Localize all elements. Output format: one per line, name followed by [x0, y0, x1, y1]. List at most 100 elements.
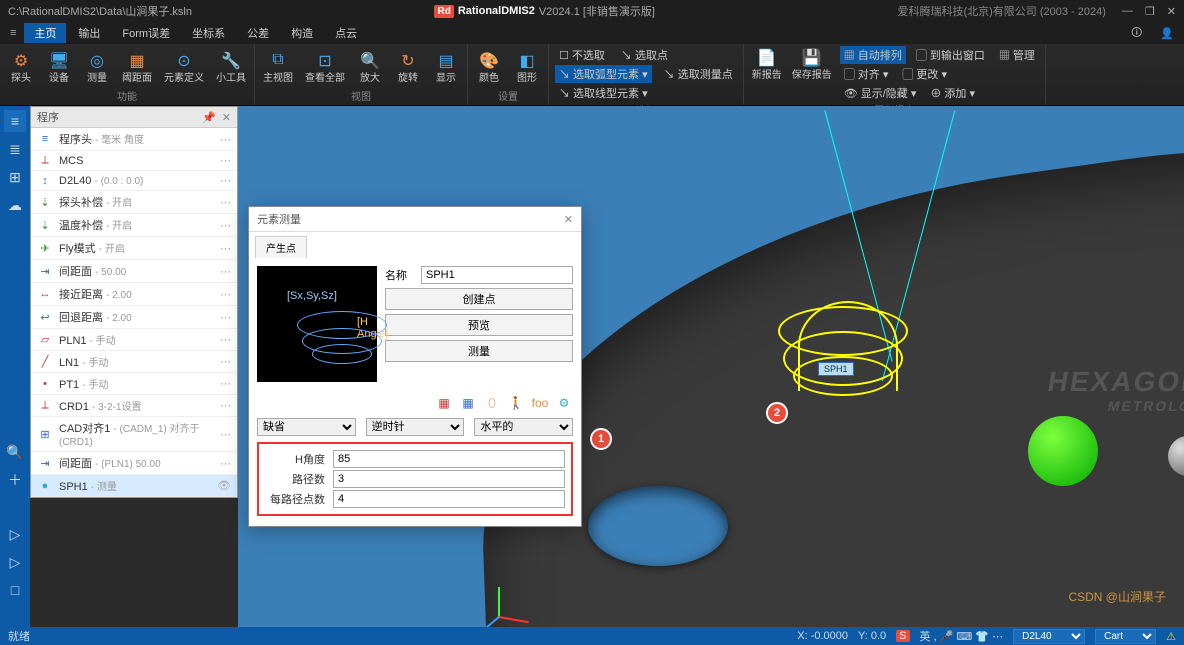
program-item[interactable]: ✈Fly模式 - 开启⋯ [31, 237, 237, 260]
item-menu-icon[interactable]: ⋯ [220, 154, 231, 167]
rb-tools[interactable]: 🔧小工具 [214, 49, 248, 86]
f-ppp-input[interactable] [333, 490, 565, 508]
item-menu-icon[interactable]: ⋯ [220, 428, 231, 441]
rb-elemdef[interactable]: ⊙元素定义 [162, 49, 206, 86]
item-menu-icon[interactable]: ⋯ [220, 219, 231, 232]
program-item[interactable]: ⟂MCS ⋯ [31, 151, 237, 171]
rb-probe[interactable]: ⚙探头 [6, 49, 36, 86]
sb-add-icon[interactable]: ＋ [4, 469, 26, 491]
name-input[interactable] [421, 266, 573, 284]
program-item[interactable]: ⟂CRD1 - 3-2-1设置⋯ [31, 395, 237, 417]
item-menu-icon[interactable]: ⋯ [220, 174, 231, 187]
measure-button[interactable]: 测量 [385, 340, 573, 362]
program-item[interactable]: ⇥间距面 - (PLN1) 50.00⋯ [31, 452, 237, 475]
rb-selmpt[interactable]: ↘ 选取测量点 [660, 65, 737, 83]
ib-6-icon[interactable]: ⚙ [555, 394, 573, 412]
status-cs-select[interactable]: Cart [1095, 629, 1156, 644]
item-menu-icon[interactable]: ⋯ [220, 265, 231, 278]
program-item[interactable]: ⇣温度补偿 - 开启⋯ [31, 214, 237, 237]
minimize-icon[interactable]: — [1122, 5, 1133, 18]
rb-selpt[interactable]: ↘ 选取点 [617, 46, 672, 64]
user-icon[interactable]: 👤 [1154, 27, 1180, 40]
rb-tooutput[interactable]: ▢ 到输出窗口 [912, 46, 989, 64]
select-default[interactable]: 缺省 [257, 418, 356, 436]
item-menu-icon[interactable]: ⋯ [220, 355, 231, 368]
program-item[interactable]: ●SPH1 - 测量👁 [31, 475, 237, 497]
sb-lines-icon[interactable]: ≣ [4, 138, 26, 160]
pin-icon[interactable]: 📌 [202, 111, 216, 124]
rb-showhide[interactable]: 👁 显示/隐藏 ▾ [840, 84, 921, 102]
status-probe-select[interactable]: D2L40 [1013, 629, 1085, 644]
item-menu-icon[interactable]: ⋯ [220, 333, 231, 346]
ib-1-icon[interactable]: ▦ [435, 394, 453, 412]
rb-device[interactable]: 🖥设备 [44, 49, 74, 86]
sb-cloud-icon[interactable]: ☁ [4, 194, 26, 216]
program-item[interactable]: ↔接近距离 - 2.00⋯ [31, 283, 237, 306]
rb-rotate[interactable]: ↻旋转 [393, 49, 423, 86]
select-horiz[interactable]: 水平的 [474, 418, 573, 436]
preview-button[interactable]: 预览 [385, 314, 573, 336]
program-item[interactable]: ⊞CAD对齐1 - (CADM_1) 对齐于 (CRD1)⋯ [31, 417, 237, 452]
program-item[interactable]: ↩回退距离 - 2.00⋯ [31, 306, 237, 329]
rb-viewall[interactable]: ⊡查看全部 [303, 49, 347, 86]
program-item[interactable]: ⇣探头补偿 - 开启⋯ [31, 191, 237, 214]
program-item[interactable]: ≡程序头 - 毫米 角度⋯ [31, 128, 237, 151]
rb-selline[interactable]: ↘ 选取线型元素 ▾ [555, 84, 652, 102]
f-paths-input[interactable] [333, 470, 565, 488]
sb-grid-icon[interactable]: ⊞ [4, 166, 26, 188]
menu-form[interactable]: Form误差 [112, 23, 180, 43]
item-menu-icon[interactable]: 👁 [217, 479, 231, 492]
menu-pc[interactable]: 点云 [325, 23, 367, 43]
rb-mainview[interactable]: ⧉主视图 [261, 49, 295, 86]
rb-add[interactable]: ⊕ 添加 ▾ [926, 84, 979, 102]
rb-display[interactable]: ▤显示 [431, 49, 461, 86]
rb-zoom[interactable]: 🔍放大 [355, 49, 385, 86]
item-menu-icon[interactable]: ⋯ [220, 457, 231, 470]
ime-status[interactable]: 英 , 🎤 ⌨ 👕 ⋯ [920, 628, 1004, 644]
rb-saverpt[interactable]: 💾保存报告 [790, 46, 834, 102]
rb-autoarr[interactable]: ▦ 自动排列 [840, 46, 906, 64]
sb-list-icon[interactable]: ≡ [4, 110, 26, 132]
rb-clearplane[interactable]: ▦阈距面 [120, 49, 154, 86]
rb-graphic[interactable]: ◧图形 [512, 49, 542, 86]
tab-generate[interactable]: 产生点 [255, 236, 307, 258]
sb-play2-icon[interactable]: ▷ [4, 551, 26, 573]
program-item[interactable]: ⇥间距面 - 50.00⋯ [31, 260, 237, 283]
program-item[interactable]: ╱LN1 - 手动⋯ [31, 351, 237, 373]
program-item[interactable]: ▱PLN1 - 手动⋯ [31, 329, 237, 351]
dialog-close-icon[interactable]: ✕ [564, 213, 573, 226]
hamburger-icon[interactable]: ≡ [4, 27, 22, 39]
create-button[interactable]: 创建点 [385, 288, 573, 310]
item-menu-icon[interactable]: ⋯ [220, 196, 231, 209]
item-menu-icon[interactable]: ⋯ [220, 311, 231, 324]
item-menu-icon[interactable]: ⋯ [220, 288, 231, 301]
close-icon[interactable]: ✕ [1167, 5, 1176, 18]
sb-stop-icon[interactable]: □ [4, 579, 26, 601]
rb-align[interactable]: ▢ 对齐 ▾ [840, 65, 893, 83]
sb-search-icon[interactable]: 🔍 [4, 441, 26, 463]
f-hangle-input[interactable] [333, 450, 565, 468]
menu-tol[interactable]: 公差 [237, 23, 279, 43]
item-menu-icon[interactable]: ⋯ [220, 242, 231, 255]
ib-5-icon[interactable]: foo [531, 394, 549, 412]
ime-icon[interactable]: S [896, 630, 909, 642]
panel-close-icon[interactable]: ✕ [222, 111, 231, 124]
item-menu-icon[interactable]: ⋯ [220, 377, 231, 390]
select-ccw[interactable]: 逆时针 [366, 418, 465, 436]
rb-measure[interactable]: ◎测量 [82, 49, 112, 86]
item-menu-icon[interactable]: ⋯ [220, 133, 231, 146]
program-item[interactable]: •PT1 - 手动⋯ [31, 373, 237, 395]
rb-nosel[interactable]: ☐ 不选取 [555, 46, 609, 64]
status-warn-icon[interactable]: ⚠ [1166, 630, 1176, 643]
menu-output[interactable]: 输出 [68, 23, 110, 43]
menu-construct[interactable]: 构造 [281, 23, 323, 43]
rb-selarc[interactable]: ↘ 选取弧型元素 ▾ [555, 65, 652, 83]
maximize-icon[interactable]: ❐ [1145, 5, 1155, 18]
item-menu-icon[interactable]: ⋯ [220, 399, 231, 412]
rb-manage[interactable]: ▦ 管理 [995, 46, 1039, 64]
menu-home[interactable]: 主页 [24, 23, 66, 43]
help-icon[interactable]: 🛈 [1125, 24, 1148, 43]
sb-play-icon[interactable]: ▷ [4, 523, 26, 545]
rb-change[interactable]: ▢ 更改 ▾ [898, 65, 951, 83]
menu-crd[interactable]: 坐标系 [182, 23, 235, 43]
